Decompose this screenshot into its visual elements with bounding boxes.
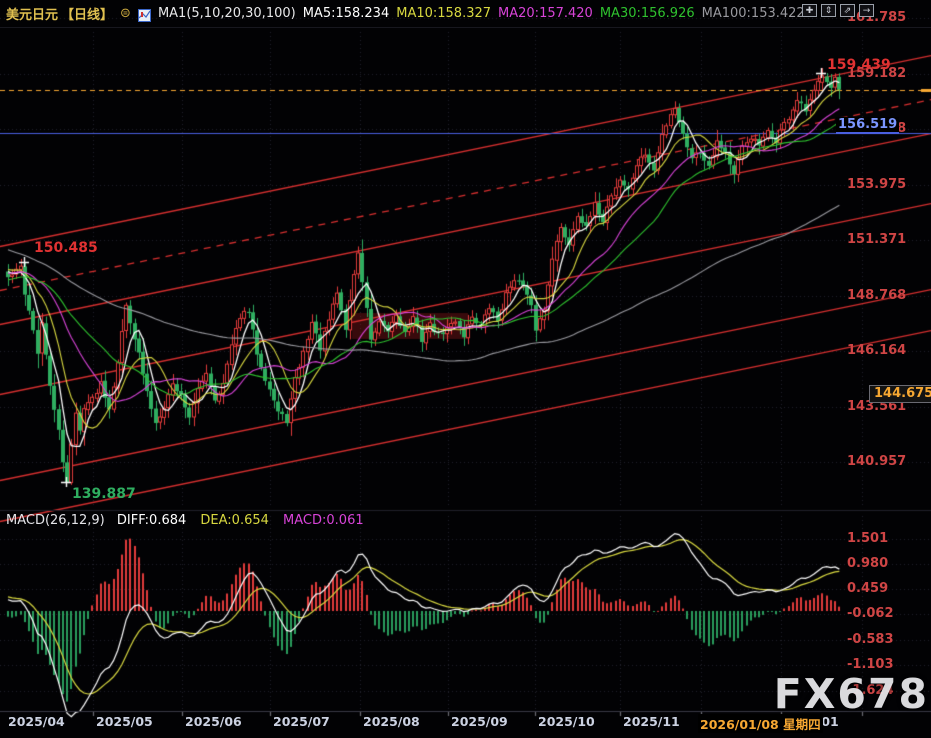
header-bar: 美元日元 【日线】 ⊜ MA1(5,10,20,30,100) MA5:158.…: [0, 0, 931, 28]
crosshair-price-label: 144.675: [869, 385, 931, 403]
ma100-value: MA100:153.422: [702, 6, 805, 21]
chart-window: 美元日元 【日线】 ⊜ MA1(5,10,20,30,100) MA5:158.…: [0, 0, 931, 738]
price-tick-label: 151.371: [847, 232, 906, 247]
time-tick-label: 2025/05: [96, 714, 153, 729]
price-marker-label: 139.887: [72, 486, 136, 502]
price-tick-label: 153.975: [847, 177, 906, 192]
fx678-watermark: FX678: [774, 670, 929, 718]
auto-scale-icon[interactable]: ⇕: [821, 4, 836, 17]
chart-toolbar: ✚ ⇕ ⇗ →: [802, 4, 874, 17]
macd-value: MACD:0.061: [283, 513, 364, 528]
time-tick-label: 2025/09: [451, 714, 508, 729]
symbol-name: 美元日元: [6, 4, 58, 23]
time-tick-label: 2025/08: [363, 714, 420, 729]
scale-forward-icon[interactable]: ⇗: [840, 4, 855, 17]
macd-diff-value: DIFF:0.684: [117, 513, 186, 528]
time-tick-label: 2025/10: [538, 714, 595, 729]
time-tick-label: 2025/11: [623, 714, 680, 729]
price-marker-label: 150.485: [34, 240, 98, 256]
time-tick-label: 2025/06: [185, 714, 242, 729]
macd-tick-label: 0.980: [847, 556, 888, 571]
move-tool-icon[interactable]: ✚: [802, 4, 817, 17]
kline-chart-icon[interactable]: [138, 7, 151, 20]
collapse-panel-icon[interactable]: →: [859, 4, 874, 17]
price-tick-label: 146.164: [847, 343, 906, 358]
alert-price-label[interactable]: 156.519: [836, 117, 899, 134]
macd-tick-label: -0.583: [847, 632, 894, 647]
macd-dea-value: DEA:0.654: [200, 513, 269, 528]
ma20-value: MA20:157.420: [498, 6, 593, 21]
time-tick-label: 2025/04: [8, 714, 65, 729]
price-tick-label: 148.768: [847, 288, 906, 303]
macd-header: MACD(26,12,9) DIFF:0.684 DEA:0.654 MACD:…: [6, 513, 364, 528]
price-tick-label: 140.957: [847, 454, 906, 469]
period-label[interactable]: 【日线】: [61, 4, 113, 23]
price-marker-label: 159.439: [827, 57, 891, 73]
macd-title[interactable]: MACD(26,12,9): [6, 513, 105, 528]
ma-settings-label[interactable]: MA1(5,10,20,30,100): [158, 6, 296, 21]
settings-circle-icon[interactable]: ⊜: [120, 7, 131, 20]
macd-tick-label: -0.062: [847, 606, 894, 621]
macd-tick-label: 0.459: [847, 581, 888, 596]
ma30-value: MA30:156.926: [600, 6, 695, 21]
time-tick-label: 2025/07: [273, 714, 330, 729]
ma5-value: MA5:158.234: [303, 6, 390, 21]
ma10-value: MA10:158.327: [396, 6, 491, 21]
price-macd-chart-canvas[interactable]: [0, 0, 931, 738]
macd-tick-label: 1.501: [847, 531, 888, 546]
